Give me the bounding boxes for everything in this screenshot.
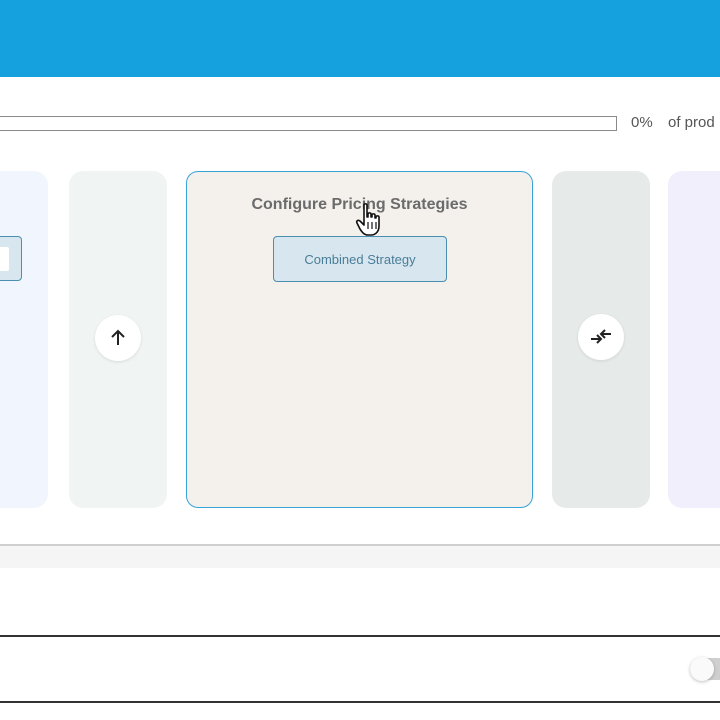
- move-up-button[interactable]: [95, 315, 141, 361]
- panel-footer-strip: [0, 546, 720, 568]
- swap-arrows-icon: [591, 329, 611, 344]
- arrow-up-icon: [111, 329, 125, 345]
- option-button-highlight: [0, 247, 9, 271]
- swap-button[interactable]: [578, 314, 624, 360]
- progress-suffix-label: of prod: [668, 114, 715, 131]
- combined-strategy-button[interactable]: Combined Strategy: [273, 236, 447, 282]
- app-header-bar: [0, 0, 720, 77]
- card-next-partial[interactable]: [668, 171, 720, 508]
- previous-card-option-button[interactable]: [0, 236, 22, 281]
- footer-panel: [0, 635, 720, 703]
- toggle-switch[interactable]: [690, 657, 720, 681]
- card-previous-partial[interactable]: [0, 171, 48, 508]
- toggle-knob: [690, 657, 714, 681]
- progress-bar: [0, 116, 617, 131]
- progress-percent: 0%: [631, 114, 653, 131]
- hand-cursor-icon: [355, 203, 380, 236]
